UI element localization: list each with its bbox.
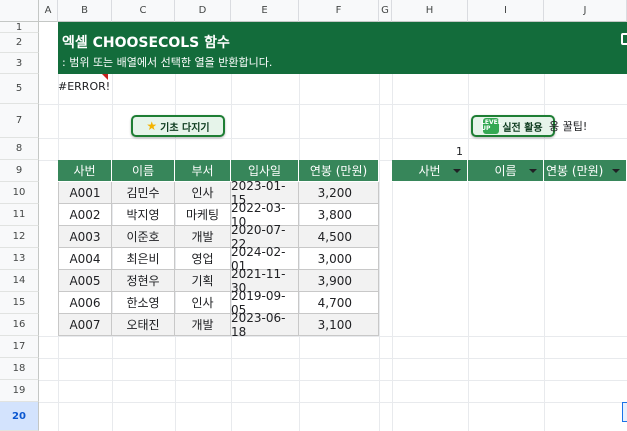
table-cell[interactable]: 인사 [175,182,231,204]
table-cell[interactable]: 3,900 [299,270,379,292]
row-header-2[interactable]: 2 [0,33,39,53]
row-header-14[interactable]: 14 [0,270,39,292]
table-cell[interactable]: A007 [58,314,112,336]
result-index: 1 [456,145,463,158]
result-header-id[interactable]: 사번 [392,160,468,182]
column-header-e[interactable]: E [231,0,299,22]
row-header-20[interactable]: 20 [0,402,39,431]
table-cell[interactable]: A001 [58,182,112,204]
result-header-name[interactable]: 이름 [468,160,544,182]
table-cell[interactable]: A002 [58,204,112,226]
gridline [39,402,627,403]
table-cell[interactable]: 3,800 [299,204,379,226]
error-marker-icon [102,74,108,80]
row-header-18[interactable]: 18 [0,358,39,380]
gridline [39,380,627,381]
row-header-7[interactable]: 7 [0,104,39,138]
result-header-salary[interactable]: 연봉 (만원) [544,160,627,182]
page-subtitle: : 범위 또는 배열에서 선택한 열을 반환합니다. [62,56,273,69]
table-cell[interactable]: 오태진 [112,314,175,336]
practice-button-label: 실전 활용 [502,122,543,134]
row-header-5[interactable]: 5 [0,74,39,104]
gridline [39,358,627,359]
column-header-f[interactable]: F [299,0,379,22]
table-cell[interactable]: 최은비 [112,248,175,270]
page-title: 엑셀 CHOOSECOLS 함수 [62,35,230,51]
gridline [392,22,393,431]
gridline [544,22,545,431]
table-cell[interactable]: 마케팅 [175,204,231,226]
gridline [39,336,627,337]
column-header-h[interactable]: H [392,0,468,22]
table-header-salary: 연봉 (만원) [299,160,379,182]
result-header-id-label: 사번 [418,164,441,178]
table-header-id: 사번 [58,160,112,182]
column-header-b[interactable]: B [58,0,112,22]
result-header-name-label: 이름 [494,164,517,178]
table-header-dept: 부서 [175,160,231,182]
checkbox-icon[interactable] [621,33,627,45]
table-cell[interactable]: 기획 [175,270,231,292]
practice-button[interactable]: LEVEL UP 실전 활용 [471,115,555,137]
gridline [39,138,627,139]
gridline [39,104,627,105]
table-cell[interactable]: 개발 [175,226,231,248]
column-header-g[interactable]: G [379,0,392,22]
level-up-icon: LEVEL UP [481,118,502,134]
table-cell[interactable]: 3,100 [299,314,379,336]
table-header-name: 이름 [112,160,175,182]
table-cell[interactable]: 인사 [175,292,231,314]
row-header-17[interactable]: 17 [0,336,39,358]
row-header-16[interactable]: 16 [0,314,39,336]
row-header-11[interactable]: 11 [0,204,39,226]
filter-dropdown-icon[interactable] [612,169,620,173]
select-all-corner[interactable] [0,0,39,22]
row-header-9[interactable]: 9 [0,160,39,182]
table-cell[interactable]: 4,500 [299,226,379,248]
table-cell[interactable]: A004 [58,248,112,270]
error-cell[interactable]: #ERROR! [58,80,110,93]
table-cell[interactable]: 3,200 [299,182,379,204]
table-cell[interactable]: A005 [58,270,112,292]
row-header-19[interactable]: 19 [0,380,39,402]
table-cell[interactable]: A003 [58,226,112,248]
table-cell[interactable]: 3,000 [299,248,379,270]
basics-button[interactable]: ★ 기초 다지기 [131,115,225,137]
row-header-8[interactable]: 8 [0,138,39,160]
table-cell[interactable]: 정현우 [112,270,175,292]
table-cell[interactable]: 이준호 [112,226,175,248]
row-header-3[interactable]: 3 [0,53,39,74]
filter-dropdown-icon[interactable] [529,169,537,173]
column-header-i[interactable]: I [468,0,544,22]
table-cell[interactable]: 박지영 [112,204,175,226]
gridline [468,22,469,431]
column-header-a[interactable]: A [39,0,58,22]
tip-text: 용 꿀팁! [549,120,588,133]
gridline [379,22,380,431]
column-header-d[interactable]: D [175,0,231,22]
scroll-handle[interactable] [622,402,627,422]
row-header-13[interactable]: 13 [0,248,39,270]
table-cell[interactable]: 4,700 [299,292,379,314]
table-cell[interactable]: 영업 [175,248,231,270]
star-icon: ★ [146,119,158,133]
table-cell[interactable]: 2023-06-18 [231,311,299,339]
basics-button-label: 기초 다지기 [160,122,210,134]
row-header-1[interactable]: 1 [0,22,39,33]
row-header-10[interactable]: 10 [0,182,39,204]
table-cell[interactable]: 한소영 [112,292,175,314]
table-cell[interactable]: 개발 [175,314,231,336]
filter-dropdown-icon[interactable] [453,169,461,173]
column-header-c[interactable]: C [112,0,175,22]
table-cell[interactable]: A006 [58,292,112,314]
result-header-salary-label: 연봉 (만원) [546,164,604,178]
row-header-12[interactable]: 12 [0,226,39,248]
row-header-15[interactable]: 15 [0,292,39,314]
table-cell[interactable]: 김민수 [112,182,175,204]
column-header-j[interactable]: J [544,0,627,22]
